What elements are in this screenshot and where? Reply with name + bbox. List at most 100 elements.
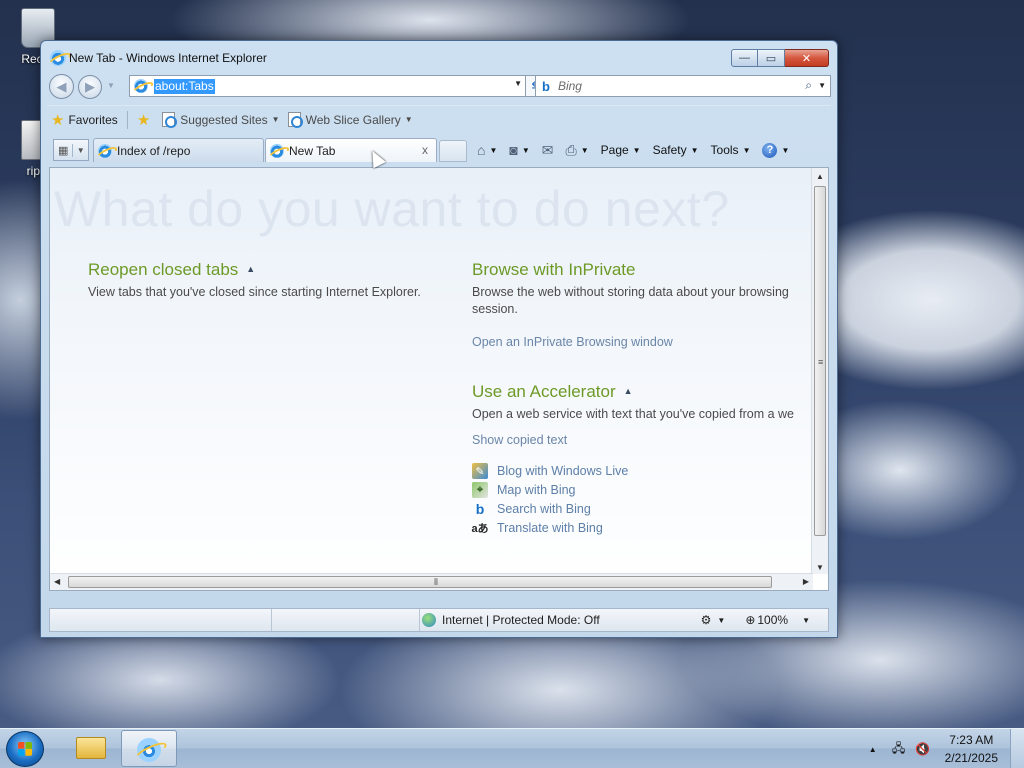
chevron-down-icon[interactable]: ▼	[489, 146, 497, 155]
tab-label: New Tab	[289, 143, 336, 158]
feeds-button[interactable]: ◙ ▼	[509, 142, 529, 158]
help-menu[interactable]: ? ▼	[762, 142, 790, 158]
chevron-down-icon[interactable]: ▼	[581, 146, 589, 155]
back-button[interactable]: ◀	[49, 74, 74, 99]
quick-tabs-grid-icon: ▦	[54, 143, 74, 157]
favorites-button[interactable]: ★ Favorites	[47, 109, 122, 131]
taskbar-internet-explorer[interactable]	[121, 730, 177, 767]
tab-list-dropdown-icon[interactable]: ▼	[73, 146, 88, 155]
status-cell	[50, 609, 272, 631]
tools-menu-label: Tools	[710, 143, 739, 157]
clock[interactable]: 7:23 AM 2/21/2025	[945, 731, 998, 767]
chevron-down-icon[interactable]: ▼	[717, 616, 725, 625]
vertical-scroll-thumb[interactable]: ≡	[814, 186, 826, 536]
ie-page-icon	[287, 112, 303, 128]
folder-icon	[76, 737, 106, 759]
open-inprivate-window-link[interactable]: Open an InPrivate Browsing window	[472, 335, 673, 349]
scroll-down-arrow-icon[interactable]: ▼	[816, 563, 824, 572]
horizontal-scroll-thumb[interactable]: ⦀	[68, 576, 772, 588]
horizontal-scrollbar[interactable]: ◀ ⦀ ▶	[50, 573, 813, 590]
volume-muted-icon[interactable]: 🔇	[915, 741, 931, 757]
page-menu-label: Page	[600, 143, 629, 157]
collapse-up-icon[interactable]: ▲	[624, 386, 633, 396]
accelerator-search-with-bing[interactable]: b Search with Bing	[472, 501, 591, 517]
accelerator-translate-with-bing[interactable]: aあ Translate with Bing	[471, 520, 602, 536]
suggested-sites-button[interactable]: Suggested Sites ▼	[158, 109, 283, 131]
reopen-closed-tabs-heading[interactable]: Reopen closed tabs ▲	[88, 260, 255, 280]
safety-menu-label: Safety	[652, 143, 687, 157]
network-icon[interactable]: 🖧	[891, 741, 907, 757]
safety-menu[interactable]: Safety ▼	[653, 143, 699, 157]
close-tab-icon[interactable]: x	[422, 143, 428, 157]
address-dropdown-icon[interactable]: ▼	[514, 79, 522, 88]
print-button[interactable]: ⎙ ▼	[566, 142, 589, 159]
mail-icon: ✉	[541, 141, 554, 158]
favorites-label: Favorites	[68, 112, 118, 127]
quick-tabs-button[interactable]: ▦ ▼	[53, 139, 89, 161]
printer-icon: ⎙	[565, 141, 577, 158]
home-button[interactable]: ⌂ ▼	[477, 142, 497, 158]
chevron-down-icon: ▼	[742, 145, 751, 155]
show-copied-text-link[interactable]: Show copied text	[472, 433, 567, 447]
address-input[interactable]: about:Tabs	[154, 78, 215, 94]
tab-index-of-repo[interactable]: Index of /repo	[93, 138, 264, 162]
recent-pages-dropdown[interactable]: ▼	[107, 81, 115, 90]
window-title: New Tab - Windows Internet Explorer	[69, 51, 267, 65]
read-mail-button[interactable]: ✉	[542, 142, 554, 159]
chevron-down-icon: ▼	[404, 115, 413, 124]
accelerator-map-with-bing[interactable]: ⌖ Map with Bing	[472, 482, 576, 498]
use-accelerator-title: Use an Accelerator	[472, 382, 616, 401]
accelerator-blog-with-windows-live[interactable]: ✎ Blog with Windows Live	[472, 463, 628, 479]
chevron-down-icon[interactable]: ▼	[522, 146, 530, 155]
maximize-button[interactable]: ▭	[758, 49, 785, 67]
title-bar[interactable]: New Tab - Windows Internet Explorer — ▭ …	[41, 41, 837, 73]
tools-menu[interactable]: Tools ▼	[711, 143, 751, 157]
grip-icon: ⦀	[434, 577, 438, 587]
ie-page-icon	[270, 143, 284, 158]
page-menu[interactable]: Page ▼	[601, 143, 641, 157]
tab-row: ▦ ▼ Index of /repo New Tab x ⌂ ▼ ◙ ▼ ✉ ⎙…	[47, 136, 831, 164]
page-headline: What do you want to do next?	[54, 181, 730, 237]
chevron-down-icon: ▼	[690, 145, 699, 155]
tab-new-tab[interactable]: New Tab x	[265, 138, 437, 162]
scroll-right-arrow-icon[interactable]: ▶	[803, 577, 809, 586]
scroll-left-arrow-icon[interactable]: ◀	[54, 577, 60, 586]
search-icon[interactable]: ⌕	[805, 78, 812, 93]
globe-icon	[422, 613, 436, 627]
status-cell	[272, 609, 420, 631]
close-button[interactable]: ✕	[785, 49, 829, 67]
show-hidden-icons-icon[interactable]: ▲	[869, 745, 877, 754]
separator	[126, 110, 128, 129]
add-to-favorites-bar-button[interactable]: ★	[133, 109, 158, 131]
popup-settings-icon[interactable]: ⚙	[701, 613, 712, 627]
zoom-control[interactable]: ⊕ 100% ▼	[745, 613, 810, 627]
security-zone[interactable]: Internet | Protected Mode: Off	[422, 613, 600, 627]
vertical-scrollbar[interactable]: ▲ ≡ ▼	[811, 168, 828, 574]
search-input[interactable]: b Bing ⌕ ▼	[535, 75, 831, 97]
chevron-down-icon[interactable]: ▼	[802, 616, 810, 625]
start-button[interactable]	[6, 731, 44, 767]
web-slice-gallery-button[interactable]: Web Slice Gallery ▼	[284, 109, 417, 131]
chevron-down-icon: ▼	[781, 145, 790, 155]
show-desktop-button[interactable]	[1010, 729, 1024, 768]
use-accelerator-heading[interactable]: Use an Accelerator ▲	[472, 382, 633, 402]
blog-icon: ✎	[472, 463, 488, 479]
taskbar: ▲ 🖧 🔇 7:23 AM 2/21/2025	[0, 728, 1024, 768]
minimize-button[interactable]: —	[731, 49, 758, 67]
caption-buttons: — ▭ ✕	[731, 49, 829, 67]
collapse-up-icon[interactable]: ▲	[246, 264, 255, 274]
search-options-dropdown-icon[interactable]: ▼	[818, 81, 826, 90]
security-zone-label: Internet | Protected Mode: Off	[442, 613, 600, 627]
tab-label: Index of /repo	[117, 143, 191, 158]
translate-icon: aあ	[471, 523, 489, 535]
taskbar-windows-explorer[interactable]	[62, 730, 118, 767]
scroll-up-arrow-icon[interactable]: ▲	[816, 172, 824, 181]
new-tab-button[interactable]	[439, 140, 467, 162]
forward-button[interactable]: ▶	[78, 75, 102, 99]
address-bar[interactable]: about:Tabs ▼	[129, 75, 527, 97]
help-icon: ?	[762, 142, 778, 158]
reopen-closed-tabs-description: View tabs that you've closed since start…	[88, 285, 421, 299]
suggested-sites-label: Suggested Sites	[180, 112, 268, 127]
zoom-icon: ⊕	[745, 613, 756, 627]
accelerator-description: Open a web service with text that you've…	[472, 407, 794, 421]
